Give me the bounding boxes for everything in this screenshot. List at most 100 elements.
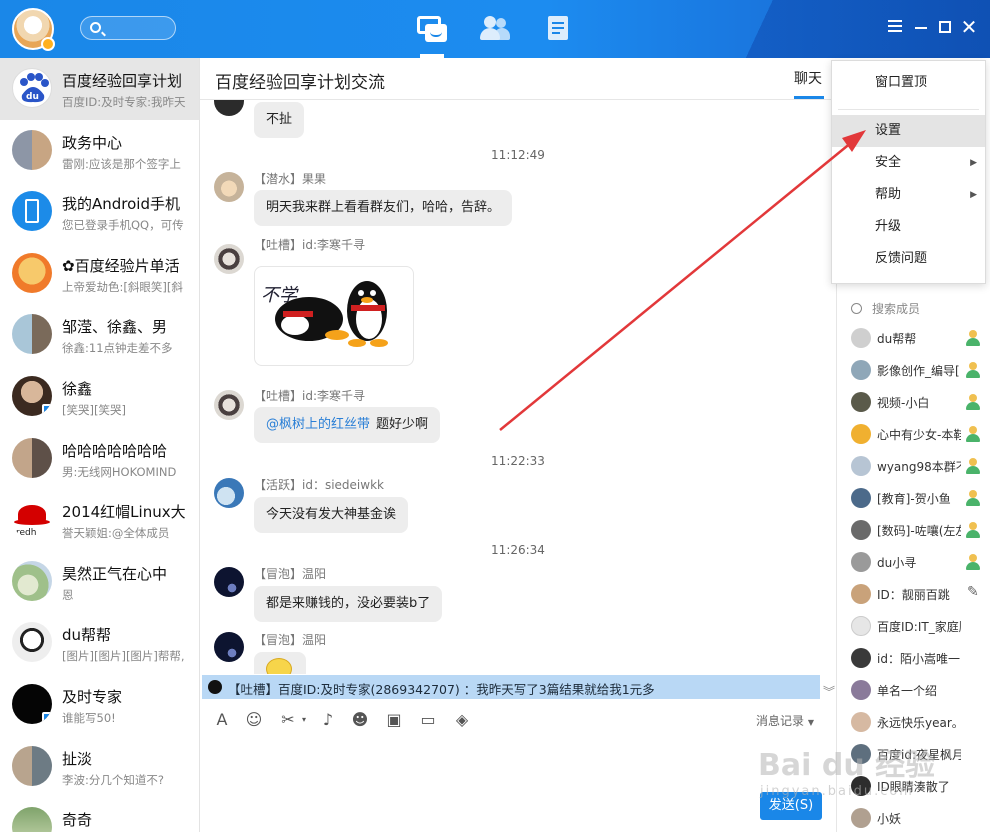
- menu-item-feedback[interactable]: 反馈问题: [832, 243, 985, 275]
- message-input[interactable]: 发送(S): [200, 740, 836, 832]
- baidu-paw-avatar: du: [12, 68, 52, 108]
- dropdown-chevron-icon[interactable]: ▾: [294, 710, 314, 730]
- conversation-item[interactable]: 政务中心 雷刚:应该是那个签字上: [0, 120, 199, 182]
- member-search-input[interactable]: 搜索成员: [851, 300, 920, 317]
- edit-pencil-icon[interactable]: ✎: [967, 584, 979, 600]
- message-list[interactable]: 不扯 11:12:49 【潜水】果果 明天我来群上看看群友们，哈哈，告辞。 【吐…: [200, 100, 836, 674]
- member-item[interactable]: 影像创作_编导[: [837, 354, 990, 386]
- member-name: du帮帮: [877, 332, 917, 346]
- conversation-item[interactable]: 扯淡 李波:分几个知道不?: [0, 736, 199, 798]
- global-search-box[interactable]: [80, 16, 176, 40]
- search-icon: [90, 22, 101, 33]
- apps-tab-icon[interactable]: [546, 16, 576, 42]
- my-avatar[interactable]: [12, 8, 55, 51]
- image-icon[interactable]: ▣: [384, 710, 404, 730]
- menu-item-help[interactable]: 帮助 ▶: [832, 179, 985, 211]
- conversation-item[interactable]: du帮帮 [图片][图片][图片]帮帮,: [0, 612, 199, 674]
- tab-chat[interactable]: 聊天: [794, 68, 822, 88]
- phone-online-icon: [42, 711, 52, 724]
- sender-avatar[interactable]: [214, 100, 244, 116]
- new-message-notice-bar[interactable]: 【吐槽】百度ID:及时专家(2869342707) ：我昨天写了3篇结果就给我1…: [202, 675, 820, 699]
- voice-mic-icon[interactable]: ♪: [318, 710, 338, 730]
- member-item[interactable]: du小寻: [837, 546, 990, 578]
- sender-avatar[interactable]: [214, 632, 244, 662]
- sender-name: 【冒泡】温阳: [254, 633, 327, 647]
- member-item[interactable]: 小妖: [837, 802, 990, 832]
- conversation-item[interactable]: 昊然正气在心中 恩: [0, 551, 199, 613]
- conversation-preview: 雷刚:应该是那个签字上: [62, 156, 181, 171]
- sender-avatar[interactable]: [214, 390, 244, 420]
- conversation-item[interactable]: ✿百度经验片单活 上帝爱劫色:[斜眼笑][斜: [0, 243, 199, 305]
- member-name: 心中有少女-本鞋: [877, 428, 961, 442]
- smiley-emoji-icon: [266, 658, 292, 674]
- sender-avatar[interactable]: [214, 244, 244, 274]
- member-item[interactable]: ID：靓丽百跳 ✎: [837, 578, 990, 610]
- menu-item-label: 设置: [875, 123, 902, 138]
- sender-name: 【吐槽】id:李寒千寻: [254, 238, 365, 252]
- message-bubble[interactable]: 不扯: [254, 102, 305, 138]
- conversation-preview: 谁能写50!: [62, 710, 116, 725]
- sender-avatar[interactable]: [214, 478, 244, 508]
- member-avatar: [851, 424, 871, 444]
- member-item[interactable]: [教育]-贺小鱼: [837, 482, 990, 514]
- message-bubble[interactable]: @枫树上的红丝带 题好少啊: [254, 407, 441, 443]
- history-label: 消息记录: [756, 714, 805, 728]
- member-name: 小妖: [877, 812, 902, 826]
- redhat-avatar: redh: [12, 499, 52, 540]
- emoji-message-bubble[interactable]: [254, 652, 306, 674]
- menu-item-upgrade[interactable]: 升级: [832, 211, 985, 243]
- message-bubble[interactable]: 都是来赚钱的，没必要装b了: [254, 586, 443, 622]
- message-bubble[interactable]: 明天我来群上看看群友们，哈哈，告辞。: [254, 190, 513, 226]
- maximize-icon[interactable]: [936, 18, 954, 36]
- scroll-to-bottom-icon[interactable]: ︾: [823, 683, 835, 700]
- message-history-link[interactable]: 消息记录 ▼: [756, 712, 814, 729]
- member-item[interactable]: [数码]-咗嚷(左左: [837, 514, 990, 546]
- message-bubble[interactable]: 今天没有发大神基金诶: [254, 497, 409, 533]
- conversation-item[interactable]: 奇奇: [0, 797, 199, 832]
- font-icon[interactable]: A: [212, 710, 232, 730]
- conversation-item[interactable]: 及时专家 谁能写50!: [0, 674, 199, 736]
- menu-item-pin-window[interactable]: 窗口置顶: [832, 67, 985, 99]
- member-item[interactable]: 视频-小白: [837, 386, 990, 418]
- minimize-icon[interactable]: [912, 18, 930, 36]
- member-item[interactable]: id：陌小嵩唯一: [837, 642, 990, 674]
- close-icon[interactable]: ✕: [960, 17, 978, 37]
- conversation-item[interactable]: redh 2014红帽Linux大 誉天颖姐:@全体成员: [0, 489, 199, 551]
- menu-item-label: 帮助: [875, 187, 902, 202]
- sender-avatar[interactable]: [214, 567, 244, 597]
- messages-tab-icon[interactable]: [417, 16, 447, 42]
- member-item[interactable]: du帮帮: [837, 322, 990, 354]
- menu-item-security[interactable]: 安全 ▶: [832, 147, 985, 179]
- member-item[interactable]: 单名一个绍: [837, 674, 990, 706]
- mention-link[interactable]: @枫树上的红丝带: [266, 417, 370, 432]
- member-item[interactable]: 心中有少女-本鞋: [837, 418, 990, 450]
- member-item[interactable]: 永远快乐year。: [837, 706, 990, 738]
- svg-text:du: du: [26, 92, 39, 102]
- member-avatar: [851, 392, 871, 412]
- folder-icon[interactable]: ▭: [418, 710, 438, 730]
- conversation-item[interactable]: 我的Android手机 您已登录手机QQ，可传: [0, 181, 199, 243]
- emoji-icon[interactable]: ☺: [244, 710, 264, 730]
- member-item[interactable]: 百度ID:IT_家庭顾问: [837, 610, 990, 642]
- conversation-name: 及时专家: [62, 687, 123, 706]
- conversation-preview: 您已登录手机QQ，可传: [62, 218, 184, 233]
- conversation-name: ✿百度经验片单活: [62, 256, 180, 275]
- admin-role-icon: [965, 554, 981, 570]
- contacts-tab-icon[interactable]: [480, 16, 510, 42]
- contact-avatar: [12, 622, 52, 663]
- red-packet-icon[interactable]: ◈: [452, 710, 472, 730]
- member-item[interactable]: wyang98本群不: [837, 450, 990, 482]
- sender-avatar[interactable]: [214, 172, 244, 202]
- conversation-preview: 上帝爱劫色:[斜眼笑][斜: [62, 279, 183, 294]
- member-name: wyang98本群不: [877, 460, 961, 474]
- conversation-item[interactable]: du 百度经验回享计划 百度ID:及时专家:我昨天: [0, 58, 199, 120]
- conversation-item[interactable]: 哈哈哈哈哈哈哈 男:无线网HOKOMIND: [0, 428, 199, 490]
- conversation-item[interactable]: 邹滢、徐鑫、男 徐鑫:11点钟走差不多: [0, 304, 199, 366]
- menu-separator: [838, 109, 979, 110]
- penguin-sticker-image[interactable]: 不学: [254, 266, 414, 366]
- sticker-icon[interactable]: ☻: [350, 710, 370, 730]
- member-avatar: [851, 808, 871, 828]
- menu-item-settings[interactable]: 设置: [832, 115, 985, 147]
- main-menu-icon[interactable]: [886, 18, 904, 36]
- conversation-item[interactable]: 徐鑫 [笑哭][笑哭]: [0, 366, 199, 428]
